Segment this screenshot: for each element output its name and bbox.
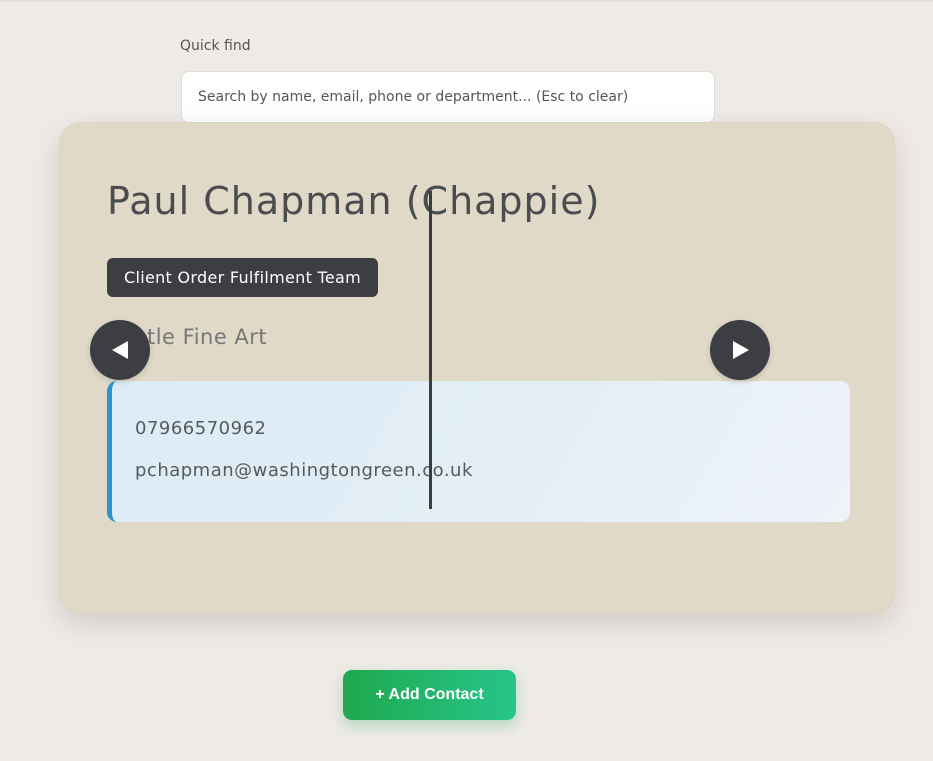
triangle-left-icon — [112, 341, 128, 359]
search-input[interactable] — [181, 71, 715, 123]
next-contact-button[interactable] — [710, 320, 770, 380]
add-contact-button[interactable]: + Add Contact — [343, 670, 516, 720]
triangle-right-icon — [733, 341, 749, 359]
contact-card: Paul Chapman (Chappie) Client Order Fulf… — [59, 122, 895, 614]
team-badge: Client Order Fulfilment Team — [107, 258, 379, 297]
search-label: Quick find — [180, 38, 251, 54]
previous-contact-button[interactable] — [90, 320, 150, 380]
contact-name: Paul Chapman (Chappie) — [107, 179, 601, 223]
contact-details-panel: 07966570962 pchapman@washingtongreen.co.… — [107, 381, 850, 522]
contact-email[interactable]: pchapman@washingtongreen.co.uk — [135, 460, 473, 481]
text-cursor — [429, 191, 432, 509]
contact-phone[interactable]: 07966570962 — [135, 418, 266, 439]
